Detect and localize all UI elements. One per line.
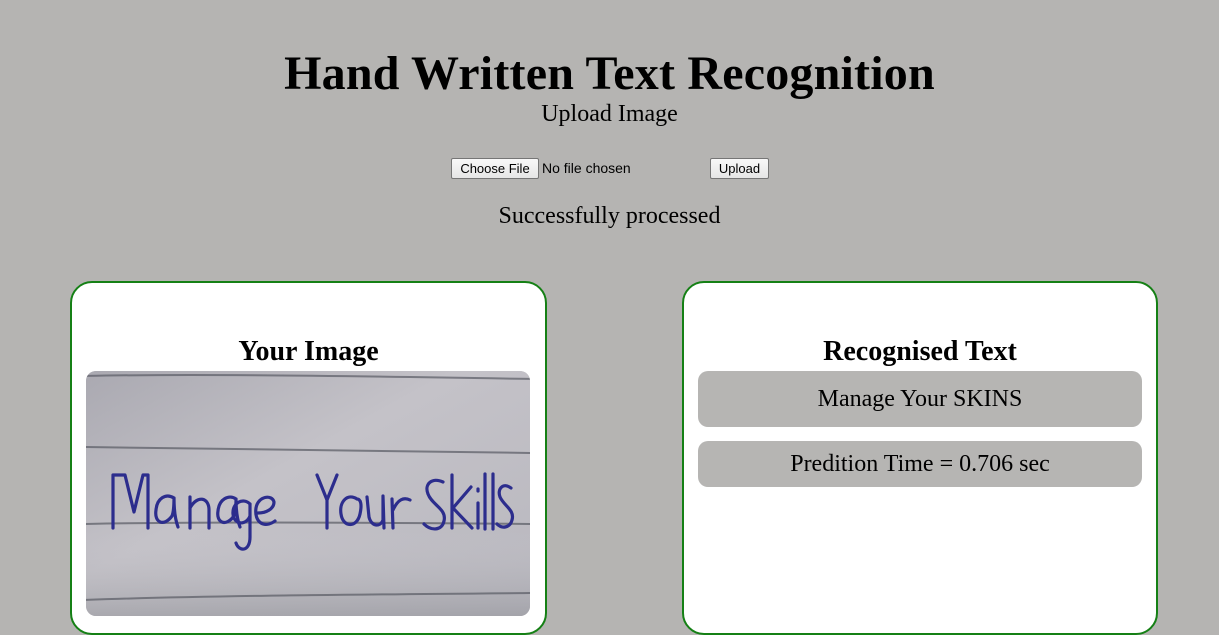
your-image-title: Your Image bbox=[238, 336, 379, 368]
recognised-text-title: Recognised Text bbox=[823, 336, 1017, 368]
upload-heading: Upload Image bbox=[541, 101, 678, 127]
upload-button[interactable]: Upload bbox=[710, 158, 769, 179]
recognised-text-card: Recognised Text Manage Your SKINS Predit… bbox=[682, 281, 1158, 635]
recognised-text-result: Manage Your SKINS bbox=[698, 371, 1142, 427]
handwritten-image bbox=[86, 371, 530, 616]
file-status-text: No file chosen bbox=[542, 160, 631, 176]
page-title: Hand Written Text Recognition bbox=[284, 47, 935, 101]
upload-form: Choose File No file chosen Upload bbox=[451, 158, 781, 180]
handwritten-paper-image bbox=[86, 371, 530, 616]
choose-file-button[interactable]: Choose File bbox=[451, 158, 539, 179]
your-image-card: Your Image bbox=[70, 281, 547, 635]
paper-bottom-shadow bbox=[86, 531, 530, 616]
prediction-time-result: Predition Time = 0.706 sec bbox=[698, 441, 1142, 487]
status-message: Successfully processed bbox=[498, 203, 721, 229]
